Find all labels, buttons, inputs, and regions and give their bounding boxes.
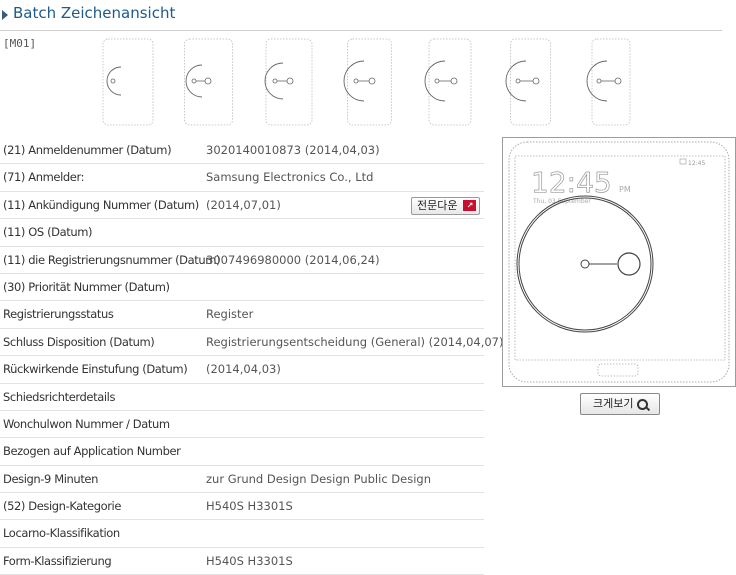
detail-value: Samsung Electronics Co., Ltd bbox=[206, 170, 374, 185]
design-thumbnail[interactable] bbox=[179, 36, 237, 128]
detail-row: Wonchulwon Nummer / Datum bbox=[0, 411, 484, 439]
detail-row: (30) Priorität Nummer (Datum) bbox=[0, 274, 484, 302]
detail-label: Locarno-Klassifikation bbox=[3, 526, 120, 541]
detail-value: zur Grund Design Design Public Design bbox=[206, 471, 431, 486]
detail-label: Rückwirkende Einstufung (Datum) bbox=[3, 362, 188, 377]
detail-value: (2014,07,01) bbox=[206, 197, 281, 212]
pdf-icon: ↗ bbox=[463, 199, 477, 211]
detail-label: Bezogen auf Application Number bbox=[3, 444, 181, 459]
detail-label: Schiedsrichterdetails bbox=[3, 389, 116, 404]
detail-row: Bezogen auf Application Number bbox=[0, 438, 484, 466]
detail-value: H540S H3301S bbox=[206, 499, 293, 514]
detail-row: Form-Klassifizierung H540S H3301S bbox=[0, 548, 484, 575]
preview-clock: 12:45 bbox=[531, 166, 612, 199]
magnifier-icon bbox=[637, 399, 648, 410]
page-title: Batch Zeichenansicht bbox=[13, 4, 176, 22]
header-arrow-icon bbox=[2, 10, 8, 20]
detail-row: (11) OS (Datum) bbox=[0, 219, 484, 247]
detail-row: (11) Ankündigung Nummer (Datum) (2014,07,… bbox=[0, 192, 484, 220]
thumbnail-strip: [M01] bbox=[0, 35, 722, 127]
design-thumbnail[interactable] bbox=[419, 36, 477, 128]
design-thumbnail[interactable] bbox=[99, 36, 157, 128]
detail-value: H540S H3301S bbox=[206, 553, 293, 568]
detail-value: Registrierungsentscheidung (General) (20… bbox=[206, 334, 504, 349]
preview-date: Thu, 03 September bbox=[532, 198, 591, 205]
detail-label: Form-Klassifizierung bbox=[3, 553, 112, 568]
detail-row: (71) Anmelder: Samsung Electronics Co., L… bbox=[0, 164, 484, 192]
detail-label: (11) OS (Datum) bbox=[3, 225, 93, 240]
detail-row: Registrierungsstatus Register bbox=[0, 301, 484, 329]
preview-ampm: PM bbox=[619, 185, 631, 194]
detail-row: (21) Anmeldenummer (Datum) 3020140010873 … bbox=[0, 137, 484, 165]
design-thumbnail[interactable] bbox=[339, 36, 397, 128]
detail-row: (52) Design-Kategorie H540S H3301S bbox=[0, 493, 484, 521]
zoom-button[interactable]: 크게보기 bbox=[580, 393, 660, 415]
detail-label: (52) Design-Kategorie bbox=[3, 499, 122, 514]
details-table: (21) Anmeldenummer (Datum) 3020140010873 … bbox=[0, 137, 503, 575]
phone-drawing: 12:45 PM Thu, 03 September 12:45 bbox=[508, 141, 730, 383]
download-button[interactable]: 전문다운 ↗ bbox=[411, 196, 481, 215]
detail-label: (30) Priorität Nummer (Datum) bbox=[3, 279, 170, 294]
detail-label: Wonchulwon Nummer / Datum bbox=[3, 416, 170, 431]
detail-value: Register bbox=[206, 307, 254, 322]
download-button-label: 전문다운 bbox=[417, 198, 458, 212]
detail-label: (11) die Registrierungsnummer (Datum) bbox=[3, 252, 221, 267]
design-thumbnail[interactable] bbox=[259, 36, 317, 128]
gallery-code: [M01] bbox=[3, 37, 37, 50]
zoom-button-label: 크게보기 bbox=[593, 397, 634, 410]
detail-row: Schluss Disposition (Datum) Registrierung… bbox=[0, 329, 503, 357]
detail-label: (21) Anmeldenummer (Datum) bbox=[3, 143, 172, 157]
detail-row: (11) die Registrierungsnummer (Datum) 300… bbox=[0, 247, 484, 274]
design-thumbnail[interactable] bbox=[499, 36, 557, 128]
page-header: Batch Zeichenansicht bbox=[0, 0, 722, 31]
design-thumbnail[interactable] bbox=[579, 36, 637, 128]
detail-value: (2014,04,03) bbox=[206, 362, 281, 377]
detail-value: 3007496980000 (2014,06,24) bbox=[206, 252, 380, 267]
detail-label: Design-9 Minuten bbox=[3, 471, 98, 486]
design-preview-image[interactable]: 12:45 PM Thu, 03 September 12:45 bbox=[502, 137, 736, 387]
detail-row: Rückwirkende Einstufung (Datum) (2014,04,… bbox=[0, 356, 484, 384]
detail-label: Schluss Disposition (Datum) bbox=[3, 334, 155, 349]
detail-row: Design-9 Minuten zur Grund Design Design … bbox=[0, 466, 484, 494]
detail-value: 3020140010873 (2014,04,03) bbox=[206, 143, 380, 157]
detail-label: (71) Anmelder: bbox=[3, 170, 85, 185]
preview-status-time: 12:45 bbox=[688, 160, 705, 167]
detail-label: (11) Ankündigung Nummer (Datum) bbox=[3, 197, 199, 212]
detail-row: Schiedsrichterdetails bbox=[0, 384, 484, 411]
detail-label: Registrierungsstatus bbox=[3, 307, 114, 322]
detail-row: Locarno-Klassifikation bbox=[0, 520, 484, 548]
